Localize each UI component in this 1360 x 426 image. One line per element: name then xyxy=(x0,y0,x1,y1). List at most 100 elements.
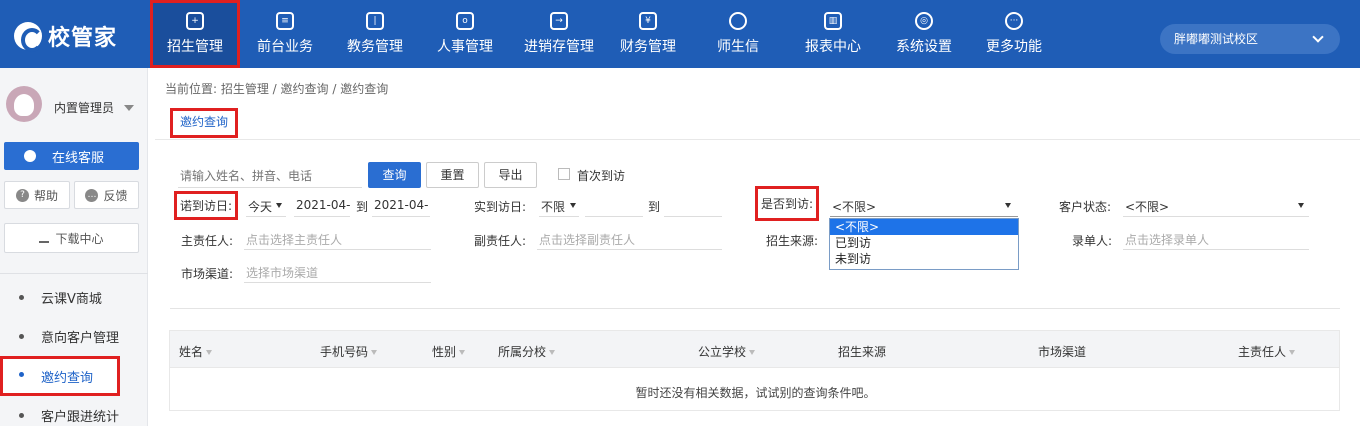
nav-label: 教务管理 xyxy=(347,39,403,55)
sort-icon xyxy=(206,350,213,355)
sidebar-item-mall[interactable]: 云课V商城 xyxy=(0,279,148,315)
customer-status-select[interactable]: <不限> xyxy=(1123,195,1309,217)
main-owner-placeholder: 点击选择主责任人 xyxy=(246,233,343,247)
caret-down-icon xyxy=(276,203,282,208)
nav-label: 人事管理 xyxy=(437,39,493,55)
feedback-button[interactable]: … 反馈 xyxy=(74,181,139,209)
download-center-label: 下载中心 xyxy=(55,231,104,246)
first-visit-label: 首次到访 xyxy=(577,169,626,183)
visited-select[interactable]: <不限> xyxy=(830,195,1018,217)
chart-icon: ▥ xyxy=(824,12,842,30)
col-name[interactable]: 姓名 xyxy=(179,343,213,360)
search-input[interactable] xyxy=(178,164,362,188)
col-label: 手机号码 xyxy=(320,345,369,359)
download-center-button[interactable]: 下载中心 xyxy=(4,223,139,253)
channel-field[interactable]: 选择市场渠道 xyxy=(244,261,431,283)
user-add-icon: + xyxy=(186,12,204,30)
promise-date-from-value: 2021-04-1 xyxy=(296,198,350,212)
caret-down-icon[interactable] xyxy=(124,105,134,111)
tab-invitation-query[interactable]: 邀约查询 xyxy=(170,108,238,138)
divider xyxy=(0,273,148,274)
main-owner-label: 主责任人: xyxy=(181,234,234,248)
nav-inventory[interactable]: → 进销存管理 xyxy=(510,0,608,68)
actual-date-range-value: 不限 xyxy=(541,200,566,214)
logo-text: 校管家 xyxy=(48,26,118,51)
user-name[interactable]: 内置管理员 xyxy=(54,99,114,116)
nav-finance[interactable]: ¥ 财务管理 xyxy=(608,0,688,68)
recorder-field[interactable]: 点击选择录单人 xyxy=(1123,228,1309,250)
nav-reports[interactable]: ▥ 报表中心 xyxy=(788,0,878,68)
nav-label: 招生管理 xyxy=(167,39,223,55)
promise-date-label: 诺到访日: xyxy=(174,191,239,220)
export-button[interactable]: 导出 xyxy=(484,162,537,188)
dropdown-option[interactable]: <不限> xyxy=(830,219,1018,235)
promise-date-to[interactable]: 2021-04- xyxy=(372,195,430,217)
promise-date-to-value: 2021-04- xyxy=(374,198,429,212)
sort-icon xyxy=(459,350,466,355)
nav-label: 前台业务 xyxy=(257,39,313,55)
sort-icon xyxy=(749,350,756,355)
divider xyxy=(170,308,1340,309)
campus-name: 胖嘟嘟测试校区 xyxy=(1174,32,1259,46)
col-source[interactable]: 招生来源 xyxy=(838,343,886,360)
sidebar-item-followup-stats[interactable]: 客户跟进统计 xyxy=(0,397,148,426)
col-public-school[interactable]: 公立学校 xyxy=(698,343,756,360)
online-service-button[interactable]: 在线客服 xyxy=(4,142,139,170)
col-channel[interactable]: 市场渠道 xyxy=(1038,343,1086,360)
query-button[interactable]: 查询 xyxy=(368,162,421,188)
col-phone[interactable]: 手机号码 xyxy=(320,343,378,360)
main-owner-field[interactable]: 点击选择主责任人 xyxy=(244,228,431,250)
promise-date-from[interactable]: 2021-04-1 xyxy=(294,195,350,217)
customer-status-label: 客户状态: xyxy=(1059,200,1112,214)
reset-button[interactable]: 重置 xyxy=(426,162,479,188)
download-icon xyxy=(39,233,50,243)
nav-front-desk[interactable]: ≡ 前台业务 xyxy=(240,0,330,68)
more-icon: ··· xyxy=(1005,12,1023,30)
sub-owner-label: 副责任人: xyxy=(474,234,527,248)
nav-hr[interactable]: o 人事管理 xyxy=(420,0,510,68)
logo-icon xyxy=(14,22,43,52)
actual-date-to[interactable] xyxy=(664,195,722,217)
source-label: 招生来源: xyxy=(766,234,819,248)
sort-icon xyxy=(549,350,556,355)
col-main-owner[interactable]: 主责任人 xyxy=(1238,343,1296,360)
nav-label: 报表中心 xyxy=(805,39,861,55)
help-button[interactable]: ? 帮助 xyxy=(4,181,70,209)
nav-settings[interactable]: ◎ 系统设置 xyxy=(878,0,970,68)
nav-messages[interactable]: 师生信 xyxy=(688,0,788,68)
sidebar-item-leads[interactable]: 意向客户管理 xyxy=(0,318,148,354)
campus-selector[interactable]: 胖嘟嘟测试校区 xyxy=(1160,24,1340,54)
nav-enrollment[interactable]: + 招生管理 xyxy=(150,0,240,68)
dropdown-option[interactable]: 已到访 xyxy=(830,235,1018,251)
book-icon: | xyxy=(366,12,384,30)
sidebar-item-label: 客户跟进统计 xyxy=(41,409,120,425)
nav-more[interactable]: ··· 更多功能 xyxy=(970,0,1058,68)
avatar[interactable] xyxy=(6,86,42,122)
first-visit-checkbox[interactable] xyxy=(558,168,570,180)
table-header: 姓名 手机号码 性别 所属分校 公立学校 招生来源 市场渠道 主责任人 xyxy=(169,330,1340,368)
person-icon: o xyxy=(456,12,474,30)
visited-select-value: <不限> xyxy=(832,200,877,214)
visited-label: 是否到访: xyxy=(755,186,820,221)
caret-down-icon xyxy=(1005,203,1011,208)
nav-academic[interactable]: | 教务管理 xyxy=(330,0,420,68)
dropdown-option[interactable]: 未到访 xyxy=(830,251,1018,267)
promise-date-range-value: 今天 xyxy=(248,200,273,214)
online-service-label: 在线客服 xyxy=(52,150,105,166)
nav-label: 进销存管理 xyxy=(524,39,594,55)
sidebar-item-label: 邀约查询 xyxy=(41,370,94,386)
nav-label: 系统设置 xyxy=(896,39,952,55)
sub-owner-placeholder: 点击选择副责任人 xyxy=(539,233,636,247)
customer-status-value: <不限> xyxy=(1125,200,1170,214)
actual-date-from[interactable] xyxy=(585,195,643,217)
visited-dropdown-list: <不限> 已到访 未到访 xyxy=(829,218,1019,270)
inventory-icon: → xyxy=(550,12,568,30)
sub-owner-field[interactable]: 点击选择副责任人 xyxy=(537,228,722,250)
recorder-label: 录单人: xyxy=(1072,234,1113,248)
sort-icon xyxy=(371,350,378,355)
sort-icon xyxy=(1289,350,1296,355)
col-branch[interactable]: 所属分校 xyxy=(498,343,556,360)
logo[interactable]: 校管家 xyxy=(14,20,117,52)
col-gender[interactable]: 性别 xyxy=(432,343,466,360)
sidebar-item-invitations[interactable]: 邀约查询 xyxy=(0,356,120,396)
